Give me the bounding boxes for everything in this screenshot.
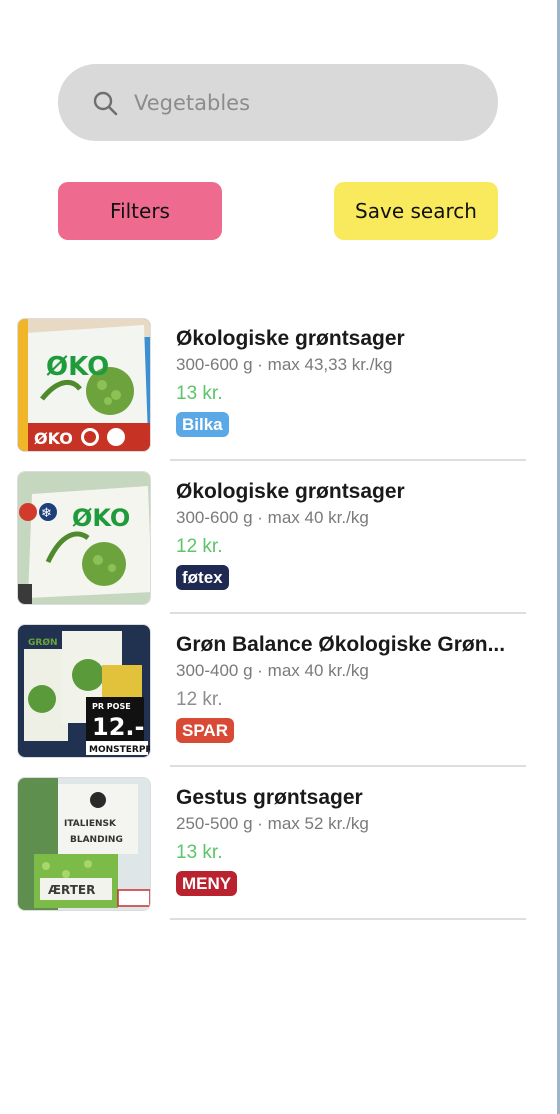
- list-item[interactable]: PR POSE 12.- MONSTERPRIS GRØN Grøn Balan…: [0, 614, 560, 767]
- product-info: Gestus grøntsager 250-500 g · max 52 kr.…: [176, 785, 528, 896]
- list-item[interactable]: ØKO ØKO Økologiske grøntsager 300-600 g …: [0, 308, 560, 461]
- store-badge: føtex: [176, 565, 229, 590]
- divider: [170, 918, 526, 920]
- product-info: Økologiske grøntsager 300-600 g · max 40…: [176, 479, 528, 590]
- product-info: Grøn Balance Økologiske Grøn... 300-400 …: [176, 632, 528, 743]
- svg-text:12.-: 12.-: [92, 713, 144, 741]
- product-info: Økologiske grøntsager 300-600 g · max 43…: [176, 326, 528, 437]
- filters-button[interactable]: Filters: [58, 182, 222, 240]
- svg-text:BLANDING: BLANDING: [70, 835, 123, 845]
- search-icon: [93, 91, 118, 116]
- product-price: 12 kr.: [176, 536, 223, 557]
- store-badge: SPAR: [176, 718, 234, 743]
- search-input[interactable]: [134, 86, 474, 120]
- results-list: ØKO ØKO Økologiske grøntsager 300-600 g …: [0, 308, 560, 920]
- product-image: ITALIENSK BLANDING ÆRTER: [17, 777, 151, 911]
- product-size-price-per-kg: 250-500 g · max 52 kr./kg: [176, 814, 369, 833]
- store-badge: MENY: [176, 871, 238, 896]
- store-badge: Bilka: [176, 412, 229, 437]
- product-title: Økologiske grøntsager: [176, 327, 405, 350]
- product-size-price-per-kg: 300-600 g · max 40 kr./kg: [176, 508, 369, 527]
- list-item[interactable]: ITALIENSK BLANDING ÆRTER Gestus grøntsag…: [0, 767, 560, 920]
- svg-text:ØKO: ØKO: [72, 504, 130, 532]
- product-price: 13 kr.: [176, 383, 223, 404]
- product-title: Grøn Balance Økologiske Grøn...: [176, 633, 506, 656]
- save-search-button[interactable]: Save search: [334, 182, 498, 240]
- svg-text:MONSTERPRIS: MONSTERPRIS: [89, 745, 151, 755]
- svg-text:ØKO: ØKO: [34, 429, 73, 448]
- svg-text:ITALIENSK: ITALIENSK: [64, 819, 117, 829]
- product-price: 12 kr.: [176, 689, 223, 710]
- product-title: Gestus grøntsager: [176, 786, 363, 809]
- list-item[interactable]: ØKO ❄ Økologiske grøntsager 300-600 g · …: [0, 461, 560, 614]
- product-size-price-per-kg: 300-600 g · max 43,33 kr./kg: [176, 355, 393, 374]
- svg-text:PR POSE: PR POSE: [92, 702, 131, 711]
- product-image: PR POSE 12.- MONSTERPRIS GRØN: [17, 624, 151, 758]
- product-image: ØKO ❄: [17, 471, 151, 605]
- svg-text:ØKO: ØKO: [46, 352, 109, 382]
- product-title: Økologiske grøntsager: [176, 480, 405, 503]
- svg-text:GRØN: GRØN: [28, 637, 58, 648]
- search-bar[interactable]: [58, 64, 498, 141]
- svg-text:ÆRTER: ÆRTER: [48, 883, 95, 897]
- product-image: ØKO ØKO: [17, 318, 151, 452]
- product-price: 13 kr.: [176, 842, 223, 863]
- svg-text:❄: ❄: [41, 506, 52, 521]
- app-screen: Filters Save search ØKO ØKO: [0, 0, 560, 1114]
- product-size-price-per-kg: 300-400 g · max 40 kr./kg: [176, 661, 369, 680]
